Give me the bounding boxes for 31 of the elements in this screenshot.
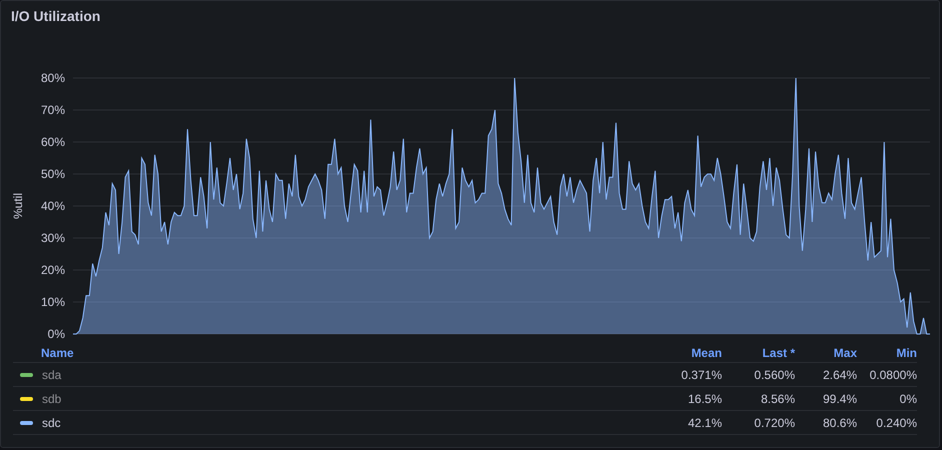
y-tick-label: 50% xyxy=(40,167,65,181)
series-name[interactable]: sdc xyxy=(42,414,61,432)
series-name[interactable]: sdb xyxy=(42,390,62,408)
table-cell-text: 2.64% xyxy=(822,366,857,384)
column-header[interactable]: Min xyxy=(896,344,917,362)
panel-title: I/O Utilization xyxy=(11,6,100,26)
y-axis-label: %util xyxy=(11,193,25,219)
table-cell-text: 42.1% xyxy=(688,414,722,432)
y-tick-label: 60% xyxy=(40,135,65,149)
y-tick-label: 80% xyxy=(40,71,65,85)
table-cell-text: 0.560% xyxy=(754,366,795,384)
y-tick-label: 30% xyxy=(40,231,65,245)
table-cell-text: 0.240% xyxy=(876,414,917,432)
table-cell-text: 80.6% xyxy=(822,414,857,432)
y-tick-label: 70% xyxy=(40,103,65,117)
column-header[interactable]: Max xyxy=(834,344,857,362)
column-header[interactable]: Last * xyxy=(762,344,795,362)
y-tick-label: 0% xyxy=(48,327,65,339)
series-name[interactable]: sda xyxy=(42,366,62,384)
y-tick-label: 20% xyxy=(40,263,65,277)
table-cell-text: 0.371% xyxy=(681,366,722,384)
y-tick-label: 10% xyxy=(40,295,65,309)
table-cell-text: 0.0800% xyxy=(870,366,917,384)
y-tick-label: 40% xyxy=(40,199,65,213)
table-cell-text: 8.56% xyxy=(760,390,795,408)
table-cell-text: 16.5% xyxy=(688,390,722,408)
table-cell-text: 99.4% xyxy=(822,390,857,408)
column-header[interactable]: Name xyxy=(41,344,74,362)
table-cell-text: 0.720% xyxy=(754,414,795,432)
column-header[interactable]: Mean xyxy=(691,344,722,362)
table-cell-text: 0% xyxy=(900,390,917,408)
